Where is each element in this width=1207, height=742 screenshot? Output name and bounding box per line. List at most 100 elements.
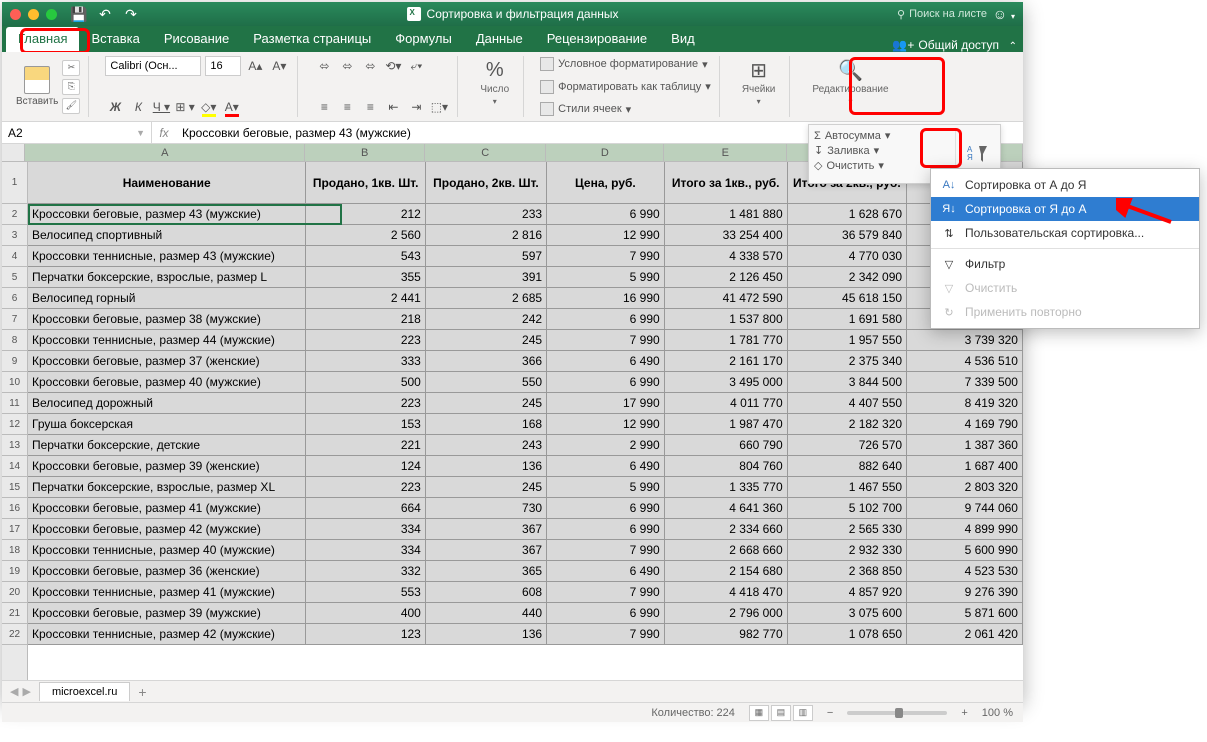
add-sheet-button[interactable]: + (130, 684, 154, 700)
italic-button[interactable]: К (128, 97, 148, 117)
cell[interactable]: 33 254 400 (665, 225, 788, 246)
cell[interactable]: 550 (426, 372, 547, 393)
cell[interactable]: 3 495 000 (665, 372, 788, 393)
header-cell[interactable]: Продано, 1кв. Шт. (306, 162, 425, 204)
font-name-select[interactable] (105, 56, 201, 76)
wrap-text-button[interactable]: ⤶▾ (406, 56, 426, 76)
row-header[interactable]: 15 (2, 477, 27, 498)
cell[interactable]: 4 899 990 (907, 519, 1023, 540)
font-color-button[interactable]: A ▾ (222, 97, 242, 117)
cell[interactable]: 6 990 (547, 372, 665, 393)
bold-button[interactable]: Ж (105, 97, 125, 117)
sort-az-item[interactable]: А↓Сортировка от А до Я (931, 173, 1199, 197)
view-page-layout-button[interactable]: ▤ (771, 705, 791, 721)
cell[interactable]: 3 844 500 (788, 372, 907, 393)
cell[interactable]: 2 816 (426, 225, 547, 246)
row-header[interactable]: 19 (2, 561, 27, 582)
cell[interactable]: 5 990 (547, 267, 665, 288)
row-header[interactable]: 20 (2, 582, 27, 603)
cell[interactable]: 1 481 880 (665, 204, 788, 225)
cell[interactable]: 5 600 990 (907, 540, 1023, 561)
row-header[interactable]: 12 (2, 414, 27, 435)
cell[interactable]: 440 (426, 603, 547, 624)
cell[interactable]: 5 871 600 (907, 603, 1023, 624)
custom-sort-item[interactable]: ⇅Пользовательская сортировка... (931, 221, 1199, 245)
cell[interactable]: 1 387 360 (907, 435, 1023, 456)
row-header[interactable]: 14 (2, 456, 27, 477)
cell[interactable]: 1 537 800 (665, 309, 788, 330)
view-page-break-button[interactable]: ▥ (793, 705, 813, 721)
cell[interactable]: 223 (306, 330, 425, 351)
cell[interactable]: 367 (426, 519, 547, 540)
collapse-ribbon-icon[interactable]: ⌃ (1009, 41, 1017, 52)
cell[interactable]: 223 (306, 393, 425, 414)
row-header[interactable]: 9 (2, 351, 27, 372)
view-normal-button[interactable]: ▦ (749, 705, 769, 721)
cell[interactable]: 2 803 320 (907, 477, 1023, 498)
conditional-formatting-button[interactable]: Условное форматирование ▾ (540, 56, 707, 72)
cell[interactable]: 365 (426, 561, 547, 582)
cell[interactable]: 553 (306, 582, 425, 603)
cell[interactable]: 7 990 (547, 540, 665, 561)
row-header[interactable]: 18 (2, 540, 27, 561)
cell[interactable]: Кроссовки беговые, размер 43 (мужские) (28, 204, 306, 225)
cell[interactable]: 6 490 (547, 561, 665, 582)
cell[interactable]: 1 078 650 (788, 624, 907, 645)
row-header[interactable]: 8 (2, 330, 27, 351)
ribbon-tab-1[interactable]: Вставка (79, 27, 151, 52)
cell[interactable]: 6 990 (547, 603, 665, 624)
cell[interactable]: 1 987 470 (665, 414, 788, 435)
borders-button[interactable]: ⊞ ▾ (174, 97, 195, 117)
cell[interactable]: 41 472 590 (665, 288, 788, 309)
cell[interactable]: 400 (306, 603, 425, 624)
ribbon-tab-3[interactable]: Разметка страницы (241, 27, 383, 52)
cell[interactable]: 218 (306, 309, 425, 330)
ribbon-tab-2[interactable]: Рисование (152, 27, 241, 52)
window-zoom[interactable] (46, 9, 57, 20)
col-header[interactable]: B (305, 144, 425, 161)
cell[interactable]: 882 640 (788, 456, 907, 477)
orientation-button[interactable]: ⟲▾ (383, 56, 403, 76)
select-all-corner[interactable] (2, 144, 25, 161)
cell[interactable]: Кроссовки беговые, размер 39 (мужские) (28, 603, 306, 624)
qat-undo-icon[interactable]: ↶ (97, 6, 113, 22)
cell[interactable]: 1 687 400 (907, 456, 1023, 477)
header-cell[interactable]: Продано, 2кв. Шт. (426, 162, 547, 204)
cell[interactable]: 221 (306, 435, 425, 456)
cell[interactable]: 333 (306, 351, 425, 372)
cell[interactable]: 5 102 700 (788, 498, 907, 519)
decrease-indent-button[interactable]: ⇤ (383, 97, 403, 117)
header-cell[interactable]: Наименование (28, 162, 306, 204)
row-header[interactable]: 17 (2, 519, 27, 540)
cell[interactable]: 2 441 (306, 288, 425, 309)
cell[interactable]: 2 565 330 (788, 519, 907, 540)
cell[interactable]: Кроссовки беговые, размер 41 (мужские) (28, 498, 306, 519)
cell[interactable]: 2 368 850 (788, 561, 907, 582)
cell[interactable]: 123 (306, 624, 425, 645)
row-header[interactable]: 10 (2, 372, 27, 393)
qat-save-icon[interactable]: 💾 (71, 6, 87, 22)
cell[interactable]: 1 691 580 (788, 309, 907, 330)
cell[interactable]: 3 739 320 (907, 330, 1023, 351)
zoom-in-button[interactable]: + (961, 707, 967, 719)
format-as-table-button[interactable]: Форматировать как таблицу ▾ (540, 79, 711, 95)
cell[interactable]: 2 154 680 (665, 561, 788, 582)
ribbon-tab-5[interactable]: Данные (464, 27, 535, 52)
cell[interactable]: 391 (426, 267, 547, 288)
cell-styles-button[interactable]: Стили ячеек ▾ (540, 101, 631, 117)
cell[interactable]: Кроссовки беговые, размер 42 (мужские) (28, 519, 306, 540)
row-header[interactable]: 3 (2, 225, 27, 246)
cell[interactable]: 2 375 340 (788, 351, 907, 372)
qat-redo-icon[interactable]: ↷ (123, 6, 139, 22)
cell[interactable]: 245 (426, 330, 547, 351)
sheet-prev-button[interactable]: ◀ (10, 685, 18, 698)
col-header[interactable]: A (25, 144, 305, 161)
cell[interactable]: 4 418 470 (665, 582, 788, 603)
cell[interactable]: Кроссовки беговые, размер 37 (женские) (28, 351, 306, 372)
ribbon-tab-7[interactable]: Вид (659, 27, 707, 52)
col-header[interactable]: D (546, 144, 664, 161)
window-close[interactable] (10, 9, 21, 20)
cell[interactable]: 2 182 320 (788, 414, 907, 435)
cell[interactable]: 242 (426, 309, 547, 330)
col-header[interactable]: E (664, 144, 787, 161)
